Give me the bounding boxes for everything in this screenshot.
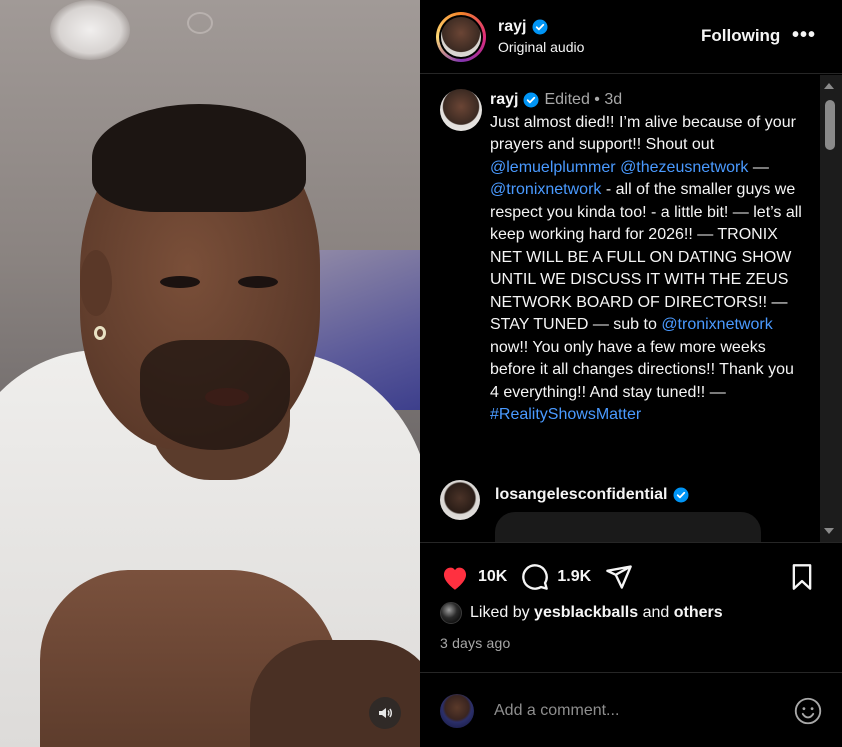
post-actions-area: 10K 1.9K Liked by yesblackballs and othe… [420, 542, 842, 747]
liker-avatar[interactable] [440, 602, 462, 624]
caption-username[interactable]: rayj [490, 89, 518, 112]
verified-badge-icon [523, 92, 539, 108]
person-eye-left [160, 276, 200, 288]
scroll-up-arrow-icon[interactable] [824, 83, 834, 89]
post-header: rayj Original audio Following ••• [420, 0, 842, 74]
share-button[interactable] [605, 563, 633, 591]
liked-by-prefix: Liked by [470, 604, 530, 621]
comment-avatar[interactable] [440, 480, 480, 520]
person-hair [92, 104, 306, 212]
following-button[interactable]: Following [701, 26, 780, 46]
liked-by-others[interactable]: others [674, 604, 723, 622]
ceiling-vent [187, 12, 213, 34]
caption-text: Just almost died!! I’m alive because of … [490, 112, 802, 427]
person-eye-right [238, 276, 278, 288]
verified-badge-icon [532, 19, 548, 35]
post-caption: rayj Edited • 3d Just almost died!! I’m … [440, 89, 820, 427]
paper-plane-icon [606, 565, 632, 589]
person-mouth [205, 388, 249, 406]
caption-text-segment: now!! You only have a few more weeks bef… [490, 338, 794, 401]
smiley-icon[interactable] [794, 697, 822, 725]
scrollbar[interactable] [820, 75, 842, 542]
current-user-avatar [440, 693, 474, 728]
save-button[interactable] [790, 563, 814, 596]
caption-link[interactable]: @lemuelplummer [490, 159, 616, 176]
liked-by-row: Liked by yesblackballs and others [440, 602, 723, 624]
liked-by-user[interactable]: yesblackballs [534, 604, 638, 622]
caption-meta: Edited • 3d [544, 91, 623, 108]
author-avatar[interactable] [436, 11, 486, 62]
caption-text-segment: — [748, 158, 769, 176]
liked-by-and: and [642, 604, 670, 621]
speaker-icon [379, 708, 392, 718]
comment-bubble-icon [522, 564, 549, 590]
caption-link[interactable]: @tronixnetwork [661, 316, 772, 333]
caption-link[interactable]: @tronixnetwork [490, 181, 601, 198]
scroll-thumb[interactable] [825, 100, 835, 150]
comments-scroll-area[interactable]: rayj Edited • 3d Just almost died!! I’m … [420, 75, 842, 542]
likes-count[interactable]: 10K [478, 568, 507, 586]
post-side-panel: rayj Original audio Following ••• rayj E… [420, 0, 842, 747]
comment-username[interactable]: losangelesconfidential [495, 486, 667, 504]
video-player[interactable] [0, 0, 420, 747]
more-options-icon[interactable]: ••• [792, 24, 816, 47]
bookmark-icon [792, 564, 812, 590]
caption-text-segment: - all of the smaller guys we respect you… [490, 181, 802, 333]
comments-count[interactable]: 1.9K [557, 568, 591, 586]
caption-text-segment: Just almost died!! I’m alive because of … [490, 113, 796, 154]
person-ear [80, 250, 112, 316]
comment-composer [420, 672, 842, 747]
action-row: 10K 1.9K [440, 563, 822, 591]
post-timestamp[interactable]: 3 days ago [440, 635, 511, 651]
comment-button[interactable]: 1.9K [521, 563, 591, 591]
heart-icon [443, 567, 467, 590]
audio-label[interactable]: Original audio [498, 39, 584, 55]
mute-button[interactable] [369, 697, 401, 729]
person-hand-second [250, 640, 420, 747]
verified-badge-icon [673, 487, 689, 503]
author-username[interactable]: rayj [498, 18, 526, 36]
person-earring [94, 326, 106, 340]
like-button[interactable]: 10K [440, 564, 507, 591]
ceiling-light [50, 0, 130, 60]
comment-media [495, 512, 761, 542]
caption-link[interactable]: @thezeusnetwork [620, 159, 748, 176]
caption-avatar[interactable] [440, 89, 482, 131]
comment-input[interactable] [494, 701, 794, 720]
scroll-down-arrow-icon[interactable] [824, 528, 834, 534]
caption-link[interactable]: #RealityShowsMatter [490, 406, 641, 423]
